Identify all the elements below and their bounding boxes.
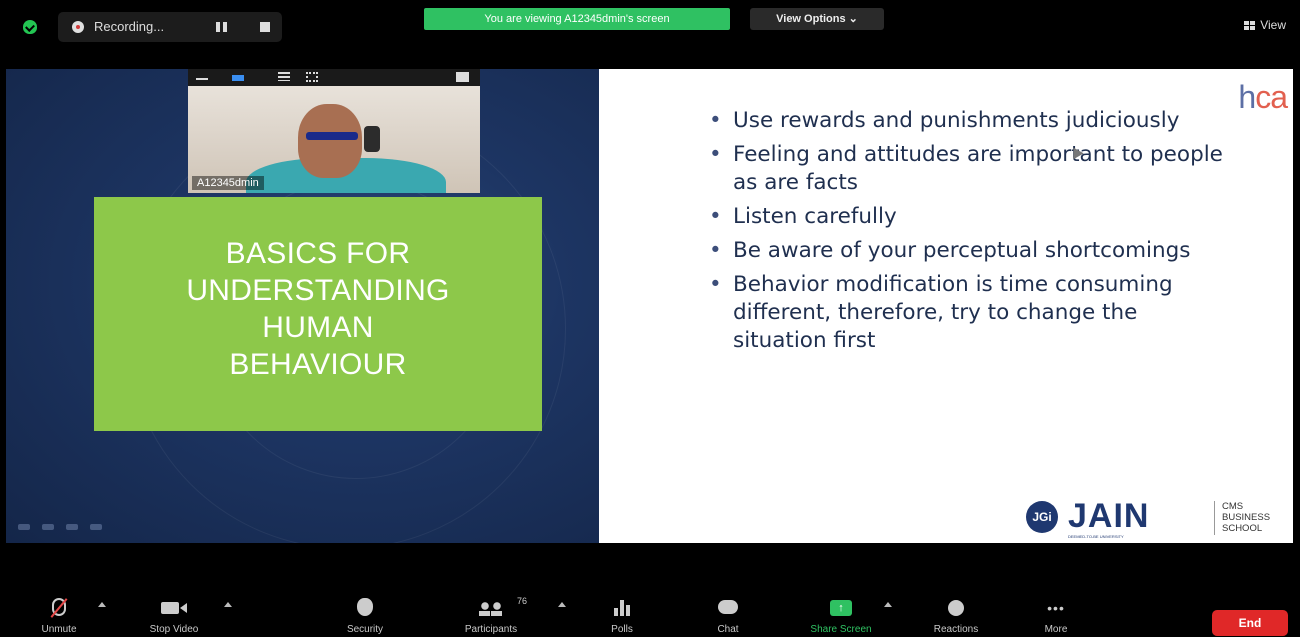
next-slide-icon[interactable] <box>90 524 102 530</box>
participants-icon <box>478 602 504 616</box>
cms-business-school-label: CMS BUSINESS SCHOOL <box>1222 501 1271 534</box>
slide-bullet-list: Use rewards and punishments judiciously … <box>709 107 1229 361</box>
shared-screen: BASICS FOR UNDERSTANDING HUMAN BEHAVIOUR <box>6 69 1293 543</box>
share-screen-label: Share Screen <box>810 624 872 635</box>
polls-label: Polls <box>611 624 633 635</box>
logo-divider <box>1214 501 1215 535</box>
share-options-chevron-icon[interactable] <box>884 602 892 607</box>
bullet-item: Be aware of your perceptual shortcomings <box>709 237 1229 265</box>
bullet-item: Use rewards and punishments judiciously <box>709 107 1229 135</box>
end-meeting-button[interactable]: End <box>1212 610 1288 636</box>
chat-label: Chat <box>717 624 739 635</box>
audio-options-chevron-icon[interactable] <box>98 602 106 607</box>
minimize-icon[interactable] <box>196 78 208 80</box>
grid-view-icon[interactable] <box>306 72 318 82</box>
active-speaker-icon[interactable] <box>232 75 244 81</box>
bullet-item: Behavior modification is time consuming … <box>709 271 1229 355</box>
encryption-shield-icon[interactable] <box>23 20 37 34</box>
view-button-label: View <box>1260 18 1286 32</box>
participant-name-label: A12345dmin <box>192 176 264 190</box>
presenter-head <box>298 104 362 178</box>
participants-options-chevron-icon[interactable] <box>558 602 566 607</box>
recording-label: Recording... <box>94 19 165 34</box>
slides-icon[interactable] <box>66 524 78 530</box>
view-button[interactable]: View <box>1244 18 1286 32</box>
pause-recording-icon[interactable] <box>216 22 228 32</box>
more-dots-icon: ••• <box>1047 600 1065 616</box>
bullet-item: Feeling and attitudes are important to p… <box>709 141 1229 197</box>
presenter-video-feed: A12345dmin <box>188 86 480 193</box>
slide-title-line: BEHAVIOUR <box>229 348 407 381</box>
slide-title-box: BASICS FOR UNDERSTANDING HUMAN BEHAVIOUR <box>94 197 542 431</box>
polls-bar-chart-icon <box>614 600 630 616</box>
presenter-glasses <box>306 132 358 140</box>
unmute-button[interactable]: Unmute <box>28 590 90 637</box>
video-window-toolbar <box>188 69 480 86</box>
security-label: Security <box>346 624 384 635</box>
prev-slide-icon[interactable] <box>18 524 30 530</box>
more-button[interactable]: ••• More <box>1030 590 1082 637</box>
participant-count-badge: 76 <box>517 596 528 606</box>
participants-button[interactable]: 76 Participants <box>446 590 536 637</box>
recording-icon <box>72 21 84 33</box>
security-shield-icon <box>357 598 373 616</box>
security-button[interactable]: Security <box>330 590 400 637</box>
share-screen-button[interactable]: ↑ Share Screen <box>792 590 890 637</box>
chair <box>364 126 380 152</box>
presenter-video-window[interactable]: A12345dmin <box>188 69 480 193</box>
polls-button[interactable]: Polls <box>600 590 644 637</box>
video-camera-icon <box>161 602 187 614</box>
unmute-label: Unmute <box>41 624 77 635</box>
reactions-button[interactable]: Reactions <box>918 590 994 637</box>
meeting-topbar: Recording... You are viewing A12345dmin'… <box>0 0 1300 70</box>
bullet-item: Listen carefully <box>709 203 1229 231</box>
slide-title-line: UNDERSTANDING <box>186 274 450 307</box>
slide-annotation-controls[interactable] <box>18 521 128 535</box>
reactions-label: Reactions <box>933 624 979 635</box>
slide-title-line: BASICS FOR <box>225 237 411 270</box>
viewing-screen-banner: You are viewing A12345dmin's screen <box>424 8 730 30</box>
slide-left-panel: BASICS FOR UNDERSTANDING HUMAN BEHAVIOUR <box>6 69 599 543</box>
list-view-icon[interactable] <box>278 72 290 81</box>
jain-subtitle: DEEMED-TO-BE UNIVERSITY <box>1068 534 1124 539</box>
pen-icon[interactable] <box>42 524 54 530</box>
slide-title-line: HUMAN <box>262 311 374 344</box>
gallery-grid-icon <box>1244 21 1256 30</box>
recording-indicator: Recording... <box>58 12 282 42</box>
chat-bubble-icon <box>718 600 738 614</box>
chat-button[interactable]: Chat <box>706 590 750 637</box>
participants-label: Participants <box>464 624 518 635</box>
exit-fullscreen-icon[interactable] <box>456 72 469 82</box>
meeting-controls-bar: Unmute Stop Video Security 76 Participan… <box>0 590 1300 637</box>
reactions-smiley-icon <box>948 600 964 616</box>
jgi-logo-icon: JGi <box>1026 501 1058 533</box>
video-options-chevron-icon[interactable] <box>224 602 232 607</box>
stop-video-button[interactable]: Stop Video <box>134 590 214 637</box>
stop-recording-icon[interactable] <box>260 22 270 32</box>
share-screen-arrow-icon: ↑ <box>830 600 852 616</box>
more-label: More <box>1044 624 1068 635</box>
view-options-button[interactable]: View Options ⌄ <box>750 8 884 30</box>
hca-logo: hca <box>1238 79 1288 115</box>
stop-video-label: Stop Video <box>149 624 199 635</box>
slide-title: BASICS FOR UNDERSTANDING HUMAN BEHAVIOUR <box>94 235 542 383</box>
jain-wordmark: JAIN <box>1068 497 1150 535</box>
